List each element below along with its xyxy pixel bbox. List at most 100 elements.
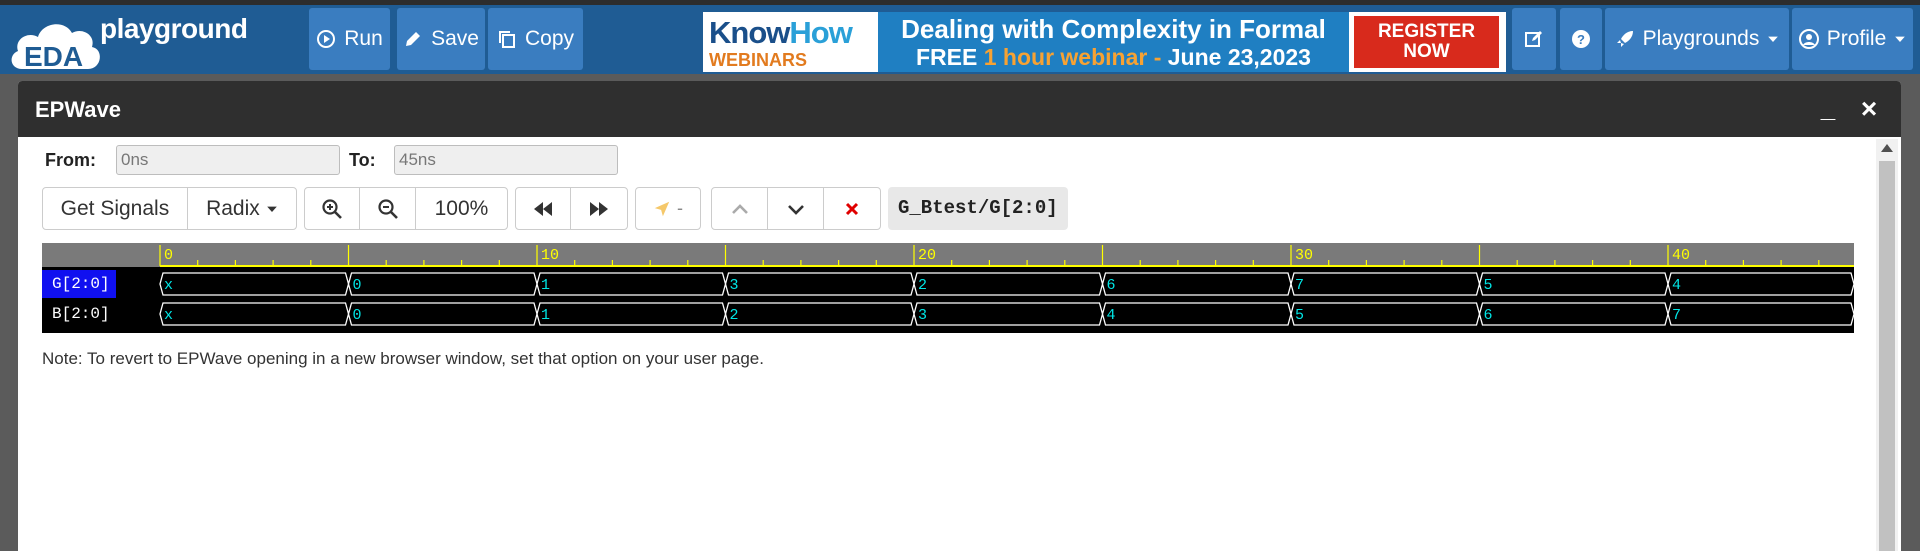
brand-know: Know (709, 15, 790, 50)
bus-value-label: 0 (353, 277, 362, 294)
bus-value-label: 7 (1672, 307, 1681, 324)
bus-segment (1478, 272, 1669, 296)
profile-menu[interactable]: Profile (1792, 8, 1913, 70)
modal-title: EPWave (35, 97, 122, 122)
save-button-label: Save (431, 27, 479, 50)
epwave-modal: EPWave _ × From: 0ns To: 45ns Get Signal… (18, 81, 1901, 551)
banner-date: June 23,2023 (1167, 44, 1311, 70)
waveform-viewer[interactable]: 0 10 20 30 40 G[2:0] B[2:0] x 0 1 3 2 6 7 5 4 x 0 1 2 3 4 5… (42, 243, 1854, 333)
copy-icon (498, 31, 515, 48)
run-button-label: Run (344, 27, 383, 50)
scroll-up-arrow-icon[interactable] (1881, 144, 1893, 152)
brand-how: How (789, 15, 852, 50)
bus-value-label: x (164, 307, 173, 324)
pencil-icon (406, 32, 421, 46)
question-circle-icon: ? (1572, 30, 1590, 48)
signals-group: Get Signals Radix (42, 187, 297, 230)
cursor-button[interactable]: - (635, 187, 701, 230)
radix-label: Radix (206, 196, 260, 220)
zoom-in-button[interactable] (305, 188, 361, 229)
banner-duration: 1 hour webinar - (983, 44, 1162, 70)
edit-square-icon (1525, 31, 1542, 47)
register-now-button[interactable]: REGISTER NOW (1354, 16, 1499, 68)
bus-value-label: 6 (1484, 307, 1493, 324)
webinar-banner[interactable]: KnowHow WEBINARS Dealing with Complexity… (703, 12, 1506, 72)
help-button[interactable]: ? (1560, 8, 1602, 70)
user-circle-icon (1798, 29, 1819, 49)
svg-text:?: ? (1577, 32, 1585, 47)
logo-playground-text: playground (100, 13, 248, 44)
logo-eda-text: EDA (24, 41, 84, 72)
bus-value-label: 1 (541, 307, 550, 324)
cursor-value: - (677, 198, 683, 218)
bus-segment (1478, 302, 1669, 326)
scroll-back-button[interactable] (516, 188, 572, 229)
run-button[interactable]: Run (309, 8, 390, 70)
chevron-up-icon (731, 203, 748, 214)
register-line1: REGISTER (1377, 21, 1476, 42)
bus-value-label: 7 (1295, 277, 1304, 294)
close-x-icon (845, 202, 858, 215)
radix-dropdown[interactable]: Radix (188, 188, 296, 229)
bus-value-label: 3 (730, 277, 739, 294)
backward-icon (534, 201, 552, 216)
get-signals-button[interactable]: Get Signals (43, 188, 188, 229)
bus-value-label: 2 (730, 307, 739, 324)
logo[interactable]: EDA playground (4, 11, 274, 73)
close-icon[interactable]: × (1856, 93, 1882, 125)
from-input[interactable]: 0ns (116, 145, 340, 175)
bus-value-label: 1 (541, 277, 550, 294)
ruler-label: 10 (541, 247, 559, 264)
ruler-label: 30 (1295, 247, 1313, 264)
bus-segment (347, 272, 538, 296)
move-down-button[interactable] (768, 188, 824, 229)
zoom-in-icon (322, 198, 343, 219)
epwave-note: Note: To revert to EPWave opening in a n… (42, 349, 764, 368)
selected-signal-path: G_Btest/G[2:0] (888, 187, 1068, 230)
bus-value-label: 3 (918, 307, 927, 324)
bus-segment (1290, 272, 1481, 296)
knowhow-logo: KnowHow WEBINARS (707, 15, 877, 70)
bus-segment (913, 302, 1104, 326)
caret-down-icon (1895, 36, 1906, 42)
minimize-icon[interactable]: _ (1815, 93, 1841, 124)
scroll-forward-button[interactable] (571, 188, 627, 229)
bus-segment (724, 302, 915, 326)
caret-down-icon (266, 206, 277, 212)
bus-segment (1290, 302, 1481, 326)
bus-segment (159, 302, 350, 326)
zoom-out-icon (378, 198, 398, 219)
move-up-button[interactable] (712, 188, 769, 229)
vertical-scrollbar[interactable] (1876, 139, 1898, 551)
time-ruler[interactable]: 0 10 20 30 40 (42, 243, 1854, 267)
register-line2: NOW (1403, 41, 1450, 62)
playgrounds-menu[interactable]: Playgrounds (1605, 8, 1789, 70)
copy-button[interactable]: Copy (488, 8, 583, 70)
banner-line1: Dealing with Complexity in Formal (901, 14, 1326, 44)
bus-segment (1667, 272, 1854, 296)
bus-value-label: 0 (353, 307, 362, 324)
save-button[interactable]: Save (397, 8, 485, 70)
bus-segment (347, 302, 538, 326)
top-navbar: EDA playground Run Save Copy KnowHow WEB… (0, 0, 1920, 74)
zoom-level[interactable]: 100% (416, 188, 507, 229)
remove-signal-button[interactable] (824, 188, 880, 229)
from-label: From: (45, 150, 96, 170)
signal-name-g[interactable]: G[2:0] (42, 270, 116, 298)
bus-value-label: 4 (1107, 307, 1116, 324)
brand-sub: WEBINARS (709, 50, 807, 70)
zoom-out-button[interactable] (360, 188, 416, 229)
bus-value-label: 2 (918, 277, 927, 294)
signal-name-b[interactable]: B[2:0] (42, 300, 160, 328)
scrollbar-thumb[interactable] (1879, 161, 1895, 551)
caret-down-icon (1768, 36, 1779, 42)
banner-message: Dealing with Complexity in Formal FREE 1… (878, 12, 1349, 72)
time-ruler-ticks: 0 10 20 30 40 (159, 245, 1854, 267)
to-input[interactable]: 45ns (394, 145, 618, 175)
bus-segment (536, 272, 727, 296)
edit-button[interactable] (1512, 8, 1556, 70)
bus-segment (536, 302, 727, 326)
chevron-down-icon (787, 204, 804, 215)
location-arrow-icon (654, 201, 670, 216)
forward-icon (590, 201, 608, 216)
